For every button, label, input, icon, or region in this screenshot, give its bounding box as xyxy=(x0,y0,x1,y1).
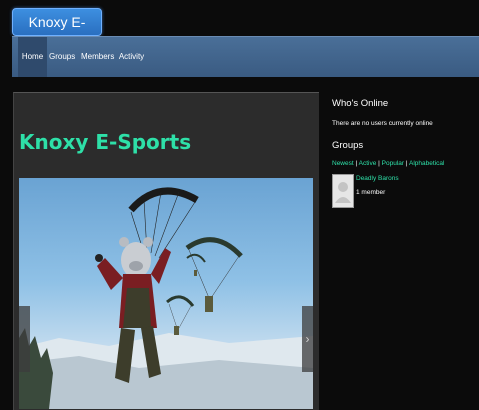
group-member-count: 1 member xyxy=(356,189,386,196)
nav-item-members[interactable]: Members xyxy=(81,37,114,77)
hero-image xyxy=(19,187,313,409)
whos-online-text: There are no users currently online xyxy=(332,120,433,127)
chevron-right-icon[interactable]: › xyxy=(302,306,313,372)
group-name-link[interactable]: Deadly Barons xyxy=(356,175,399,182)
filter-active[interactable]: Active xyxy=(359,160,377,167)
chevron-left-icon[interactable] xyxy=(19,306,30,372)
filter-popular[interactable]: Popular xyxy=(382,160,404,167)
filter-alphabetical[interactable]: Alphabetical xyxy=(409,160,444,167)
main-navigation: Home Groups Members Activity xyxy=(12,36,479,77)
nav-item-activity[interactable]: Activity xyxy=(118,37,145,77)
filter-newest[interactable]: Newest xyxy=(332,160,354,167)
whos-online-title: Who's Online xyxy=(332,98,389,109)
page-title: Knoxy E-Sports xyxy=(19,130,192,154)
site-logo[interactable]: Knoxy E-Sports xyxy=(12,8,102,56)
groups-title: Groups xyxy=(332,140,364,151)
group-avatar-icon xyxy=(335,182,351,203)
group-filter-links: Newest | Active | Popular | Alphabetical xyxy=(332,160,445,167)
hero-slider: › xyxy=(19,178,313,409)
group-avatar[interactable] xyxy=(332,174,354,208)
nav-item-home[interactable]: Home xyxy=(18,37,47,77)
nav-item-groups[interactable]: Groups xyxy=(49,37,75,77)
